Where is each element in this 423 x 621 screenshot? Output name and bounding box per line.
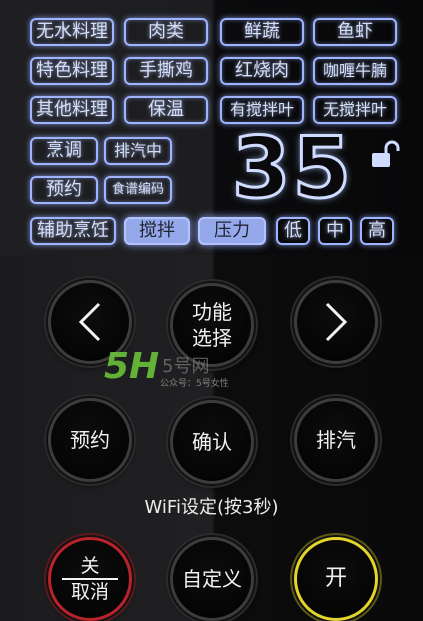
function-fish-shrimp[interactable]: 鱼虾 — [313, 18, 397, 46]
custom-button[interactable]: 自定义 — [170, 537, 254, 621]
off-cancel-button[interactable]: 关 取消 — [48, 537, 132, 621]
watermark-logo: 5H — [104, 346, 160, 387]
schedule-button-label: 预约 — [70, 428, 110, 452]
assist-pressure[interactable]: 压力 — [198, 217, 266, 245]
on-button[interactable]: 开 — [294, 537, 378, 621]
function-keep-warm[interactable]: 保温 — [124, 96, 208, 124]
control-display-panel: 无水料理 肉类 鲜蔬 鱼虾 特色料理 手撕鸡 红烧肉 咖喱牛腩 其他料理 保温 … — [0, 0, 423, 255]
timer-digits-display: 35 — [231, 119, 353, 217]
on-button-label: 开 — [324, 566, 347, 591]
mode-steam-releasing[interactable]: 排汽中 — [104, 137, 172, 165]
schedule-button[interactable]: 预约 — [48, 398, 132, 482]
mode-recipe-code[interactable]: 食谱编码 — [104, 176, 172, 204]
off-cancel-divider — [62, 578, 118, 580]
steam-release-button-label: 排汽 — [316, 428, 356, 452]
chevron-right-icon — [325, 302, 348, 342]
function-select-label-line1: 功能 — [192, 300, 232, 324]
function-specialty-cooking[interactable]: 特色料理 — [30, 57, 114, 85]
pressure-mid[interactable]: 中 — [318, 217, 352, 245]
custom-button-label: 自定义 — [182, 567, 242, 591]
function-other-cooking[interactable]: 其他料理 — [30, 96, 114, 124]
assist-stir[interactable]: 搅拌 — [124, 217, 190, 245]
pressure-high[interactable]: 高 — [360, 217, 394, 245]
function-braised-pork[interactable]: 红烧肉 — [220, 57, 304, 85]
mode-cook[interactable]: 烹调 — [30, 137, 98, 165]
function-vegetables[interactable]: 鲜蔬 — [220, 18, 304, 46]
confirm-button-label: 确认 — [192, 430, 232, 454]
cancel-label: 取消 — [70, 581, 109, 603]
wifi-setup-label: WiFi设定(按3秒) — [144, 497, 279, 518]
function-anhydrous-cooking[interactable]: 无水料理 — [30, 18, 114, 46]
steam-release-button[interactable]: 排汽 — [294, 398, 378, 482]
watermark: 5H 5号网 公众号：5号女性 — [104, 346, 254, 396]
confirm-button[interactable]: 确认 — [170, 400, 254, 484]
chevron-left-icon — [78, 302, 101, 342]
pressure-low[interactable]: 低 — [276, 217, 310, 245]
watermark-caption: 公众号：5号女性 — [160, 379, 229, 389]
watermark-site-name: 5号网 — [162, 356, 210, 377]
next-button[interactable] — [294, 280, 378, 364]
function-shredded-chicken[interactable]: 手撕鸡 — [124, 57, 208, 85]
off-label: 关 — [80, 555, 100, 577]
unlocked-padlock-icon — [368, 140, 402, 170]
function-meat[interactable]: 肉类 — [124, 18, 208, 46]
mode-schedule[interactable]: 预约 — [30, 176, 98, 204]
assist-cooking-label: 辅助烹饪 — [30, 217, 116, 245]
function-curry-beef[interactable]: 咖喱牛腩 — [313, 57, 397, 85]
